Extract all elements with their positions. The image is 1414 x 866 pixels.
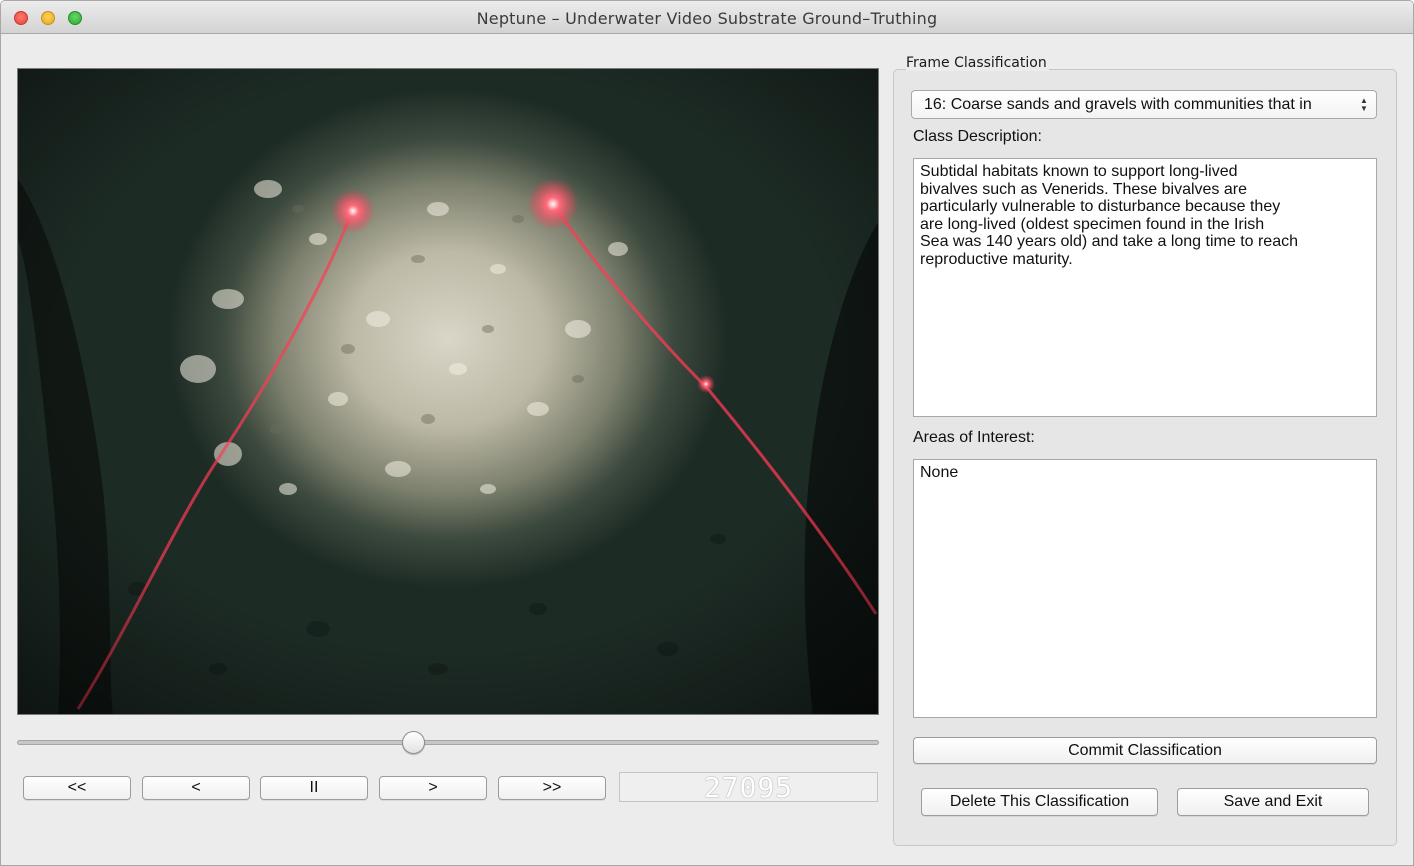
video-frame (17, 68, 879, 715)
step-back-button[interactable]: < (142, 776, 250, 800)
frame-number-display: 27095 (619, 771, 878, 804)
frame-classification-title: Frame Classification (906, 55, 1049, 71)
window-title: Neptune – Underwater Video Substrate Gro… (476, 9, 938, 28)
video-position-slider[interactable] (17, 740, 879, 745)
class-select-value: 16: Coarse sands and gravels with commun… (924, 95, 1312, 113)
pause-button[interactable]: II (260, 776, 368, 800)
class-select[interactable]: 16: Coarse sands and gravels with commun… (911, 90, 1377, 119)
title-bar: Neptune – Underwater Video Substrate Gro… (1, 1, 1413, 34)
save-and-exit-button[interactable]: Save and Exit (1177, 788, 1369, 816)
commit-classification-button[interactable]: Commit Classification (913, 737, 1377, 764)
fast-rewind-button[interactable]: << (23, 776, 131, 800)
video-position-slider-handle[interactable] (402, 731, 426, 754)
video-frame-image (18, 69, 878, 714)
delete-classification-button[interactable]: Delete This Classification (921, 788, 1158, 816)
areas-of-interest-field[interactable]: None (913, 459, 1377, 718)
fast-forward-button[interactable]: >> (498, 776, 606, 800)
areas-of-interest-label: Areas of Interest: (913, 429, 1035, 446)
class-description-text: Subtidal habitats known to support long-… (913, 158, 1377, 417)
up-down-arrows-icon: ▲ ▼ (1360, 96, 1368, 113)
class-description-label: Class Description: (913, 128, 1042, 145)
app-window: Neptune – Underwater Video Substrate Gro… (0, 0, 1414, 866)
step-forward-button[interactable]: > (379, 776, 487, 800)
